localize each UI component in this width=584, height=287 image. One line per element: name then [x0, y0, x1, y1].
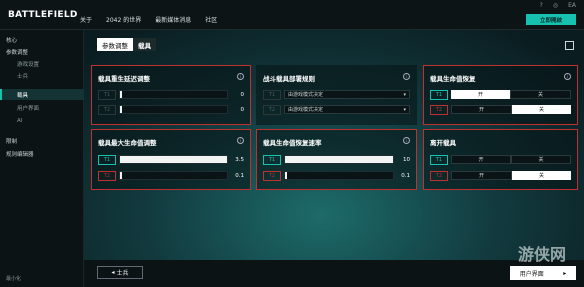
sidebar-item-soldier[interactable]: 士兵: [17, 72, 28, 80]
team2-tag: T2: [430, 104, 448, 115]
nav-news[interactable]: 最新媒体消息: [155, 15, 191, 24]
lang-icon[interactable]: ◎: [553, 2, 558, 9]
panel-leave-vehicle: 离开载具 T1 开关 T2 开关: [423, 129, 578, 190]
nav-about[interactable]: 关于: [80, 15, 92, 24]
help-icon[interactable]: ?: [540, 2, 543, 9]
team1-tag: T1: [430, 89, 448, 100]
chevron-down-icon: ▾: [403, 91, 406, 98]
nav-world[interactable]: 2042 的世界: [106, 15, 141, 24]
maxhp-value-t2: 0.1: [235, 172, 244, 179]
healrate-value-t1: 10: [403, 156, 410, 163]
info-icon[interactable]: i: [237, 137, 244, 144]
team1-tag: T1: [263, 154, 281, 165]
team1-tag: T1: [430, 154, 448, 165]
panel-max-health: 载具最大生命值调整 i T1 3.5 T2 0.1: [91, 129, 251, 190]
healrate-slider-t1[interactable]: [284, 155, 394, 164]
leave-toggle-t2[interactable]: 开关: [451, 171, 571, 180]
respawn-value-t2: 0: [240, 106, 245, 113]
minimize-label[interactable]: 最小化: [6, 275, 21, 282]
panel-title: 战斗载具部署规则: [263, 75, 315, 83]
bottom-bar: [84, 260, 584, 287]
sidebar-item-ui[interactable]: 用户界面: [17, 104, 39, 112]
info-icon[interactable]: i: [403, 137, 410, 144]
top-icons: ? ◎ EA: [540, 2, 576, 9]
team2-tag: T2: [263, 170, 281, 181]
copy-icon[interactable]: [565, 41, 574, 50]
sidebar-active-highlight: [0, 89, 84, 100]
battlefield-logo[interactable]: BATTLEFIELD: [8, 10, 78, 20]
sidebar-item-params[interactable]: 参数调整: [6, 48, 28, 56]
breadcrumb-parent[interactable]: 参数调整: [97, 38, 133, 51]
sidebar-item-rules-editor[interactable]: 规则编辑器: [6, 150, 34, 158]
back-button[interactable]: ◂ 士兵: [97, 266, 143, 279]
maxhp-slider-t1[interactable]: [119, 155, 228, 164]
sidebar-item-vehicle[interactable]: 载具: [17, 91, 28, 99]
healrate-value-t2: 0.1: [401, 172, 410, 179]
respawn-value-t1: 0: [240, 91, 245, 98]
watermark: 游侠网: [517, 245, 566, 264]
info-icon[interactable]: i: [237, 73, 244, 80]
maxhp-value-t1: 3.5: [235, 156, 244, 163]
panel-heal-rate: 载具生命值恢复速率 i T1 10 T2 0.1: [256, 129, 417, 190]
nav-community[interactable]: 社区: [205, 15, 217, 24]
leave-toggle-t1[interactable]: 开关: [451, 155, 571, 164]
info-icon[interactable]: i: [403, 73, 410, 80]
sidebar-item-ai[interactable]: AI: [17, 118, 22, 124]
chevron-right-icon: ▸: [563, 269, 567, 277]
team1-tag: T1: [98, 154, 116, 165]
panel-respawn-delay: 载具重生延迟调整 i T1 0 T2 0: [91, 65, 251, 125]
next-button[interactable]: 用户界面 ▸: [510, 266, 576, 280]
heal-toggle-t2[interactable]: 开关: [451, 105, 571, 114]
top-nav: 关于 2042 的世界 最新媒体消息 社区: [80, 15, 231, 24]
team2-tag: T2: [430, 170, 448, 181]
chevron-down-icon: ▾: [403, 106, 406, 113]
info-icon[interactable]: i: [564, 73, 571, 80]
ea-icon[interactable]: EA: [568, 2, 576, 9]
breadcrumb-current: 载具: [133, 38, 156, 51]
sidebar-item-restrictions[interactable]: 限制: [6, 137, 17, 145]
launch-button[interactable]: 立即開啟: [526, 14, 576, 25]
deploy-select-t1[interactable]: 由游戏模式决定 ▾: [284, 90, 410, 99]
panel-title: 载具生命值恢复: [430, 75, 476, 83]
team2-tag: T2: [98, 170, 116, 181]
team1-tag: T1: [263, 89, 281, 100]
respawn-slider-t1[interactable]: [119, 90, 228, 99]
panel-health-regen: 载具生命值恢复 i T1 开关 T2 开关: [423, 65, 578, 125]
team2-tag: T2: [98, 104, 116, 115]
team2-tag: T2: [263, 104, 281, 115]
deploy-select-t2[interactable]: 由游戏模式决定 ▾: [284, 105, 410, 114]
panel-deploy-rules: 战斗载具部署规则 i T1 由游戏模式决定 ▾ T2 由游戏模式决定 ▾: [256, 65, 417, 125]
panel-title: 载具重生延迟调整: [98, 75, 150, 83]
sidebar: 核心 参数调整 游戏设置 士兵 载具 用户界面 AI 限制 规则编辑器 最小化: [0, 30, 84, 287]
team1-tag: T1: [98, 89, 116, 100]
heal-toggle-t1[interactable]: 开关: [451, 90, 571, 99]
healrate-slider-t2[interactable]: [284, 171, 394, 180]
top-bar: BATTLEFIELD 关于 2042 的世界 最新媒体消息 社区 ? ◎ EA…: [0, 0, 584, 30]
sidebar-item-core[interactable]: 核心: [6, 36, 17, 44]
breadcrumb: 参数调整 载具: [97, 38, 156, 51]
panel-title: 载具生命值恢复速率: [263, 139, 322, 147]
maxhp-slider-t2[interactable]: [119, 171, 228, 180]
panel-title: 载具最大生命值调整: [98, 139, 157, 147]
sidebar-item-game-settings[interactable]: 游戏设置: [17, 60, 39, 68]
panel-title: 离开载具: [430, 139, 456, 147]
respawn-slider-t2[interactable]: [119, 105, 228, 114]
